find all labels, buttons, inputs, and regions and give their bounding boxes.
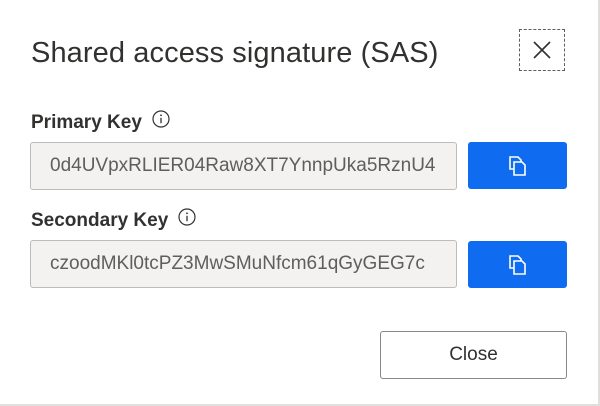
- sas-dialog: Shared access signature (SAS) Primary Ke…: [0, 0, 600, 406]
- secondary-key-field[interactable]: czoodMKl0tcPZ3MwSMuNfcm61qGyGEG7c: [30, 240, 457, 288]
- dialog-title: Shared access signature (SAS): [31, 37, 439, 69]
- secondary-key-info-icon[interactable]: [178, 208, 196, 226]
- primary-key-label-row: Primary Key: [31, 110, 170, 135]
- copy-icon: [508, 155, 526, 176]
- primary-key-field[interactable]: 0d4UVpxRLIER04Raw8XT7YnnpUka5RznU4: [30, 142, 457, 190]
- primary-key-info-icon[interactable]: [152, 110, 170, 128]
- secondary-key-label: Secondary Key: [31, 210, 169, 231]
- copy-icon: [508, 254, 526, 275]
- copy-primary-key-button[interactable]: [468, 142, 567, 189]
- dialog-close-x-button[interactable]: [519, 29, 565, 71]
- close-button[interactable]: Close: [380, 331, 567, 379]
- close-icon: [533, 41, 551, 59]
- primary-key-label: Primary Key: [31, 112, 142, 133]
- copy-secondary-key-button[interactable]: [468, 241, 567, 288]
- secondary-key-label-row: Secondary Key: [31, 208, 196, 233]
